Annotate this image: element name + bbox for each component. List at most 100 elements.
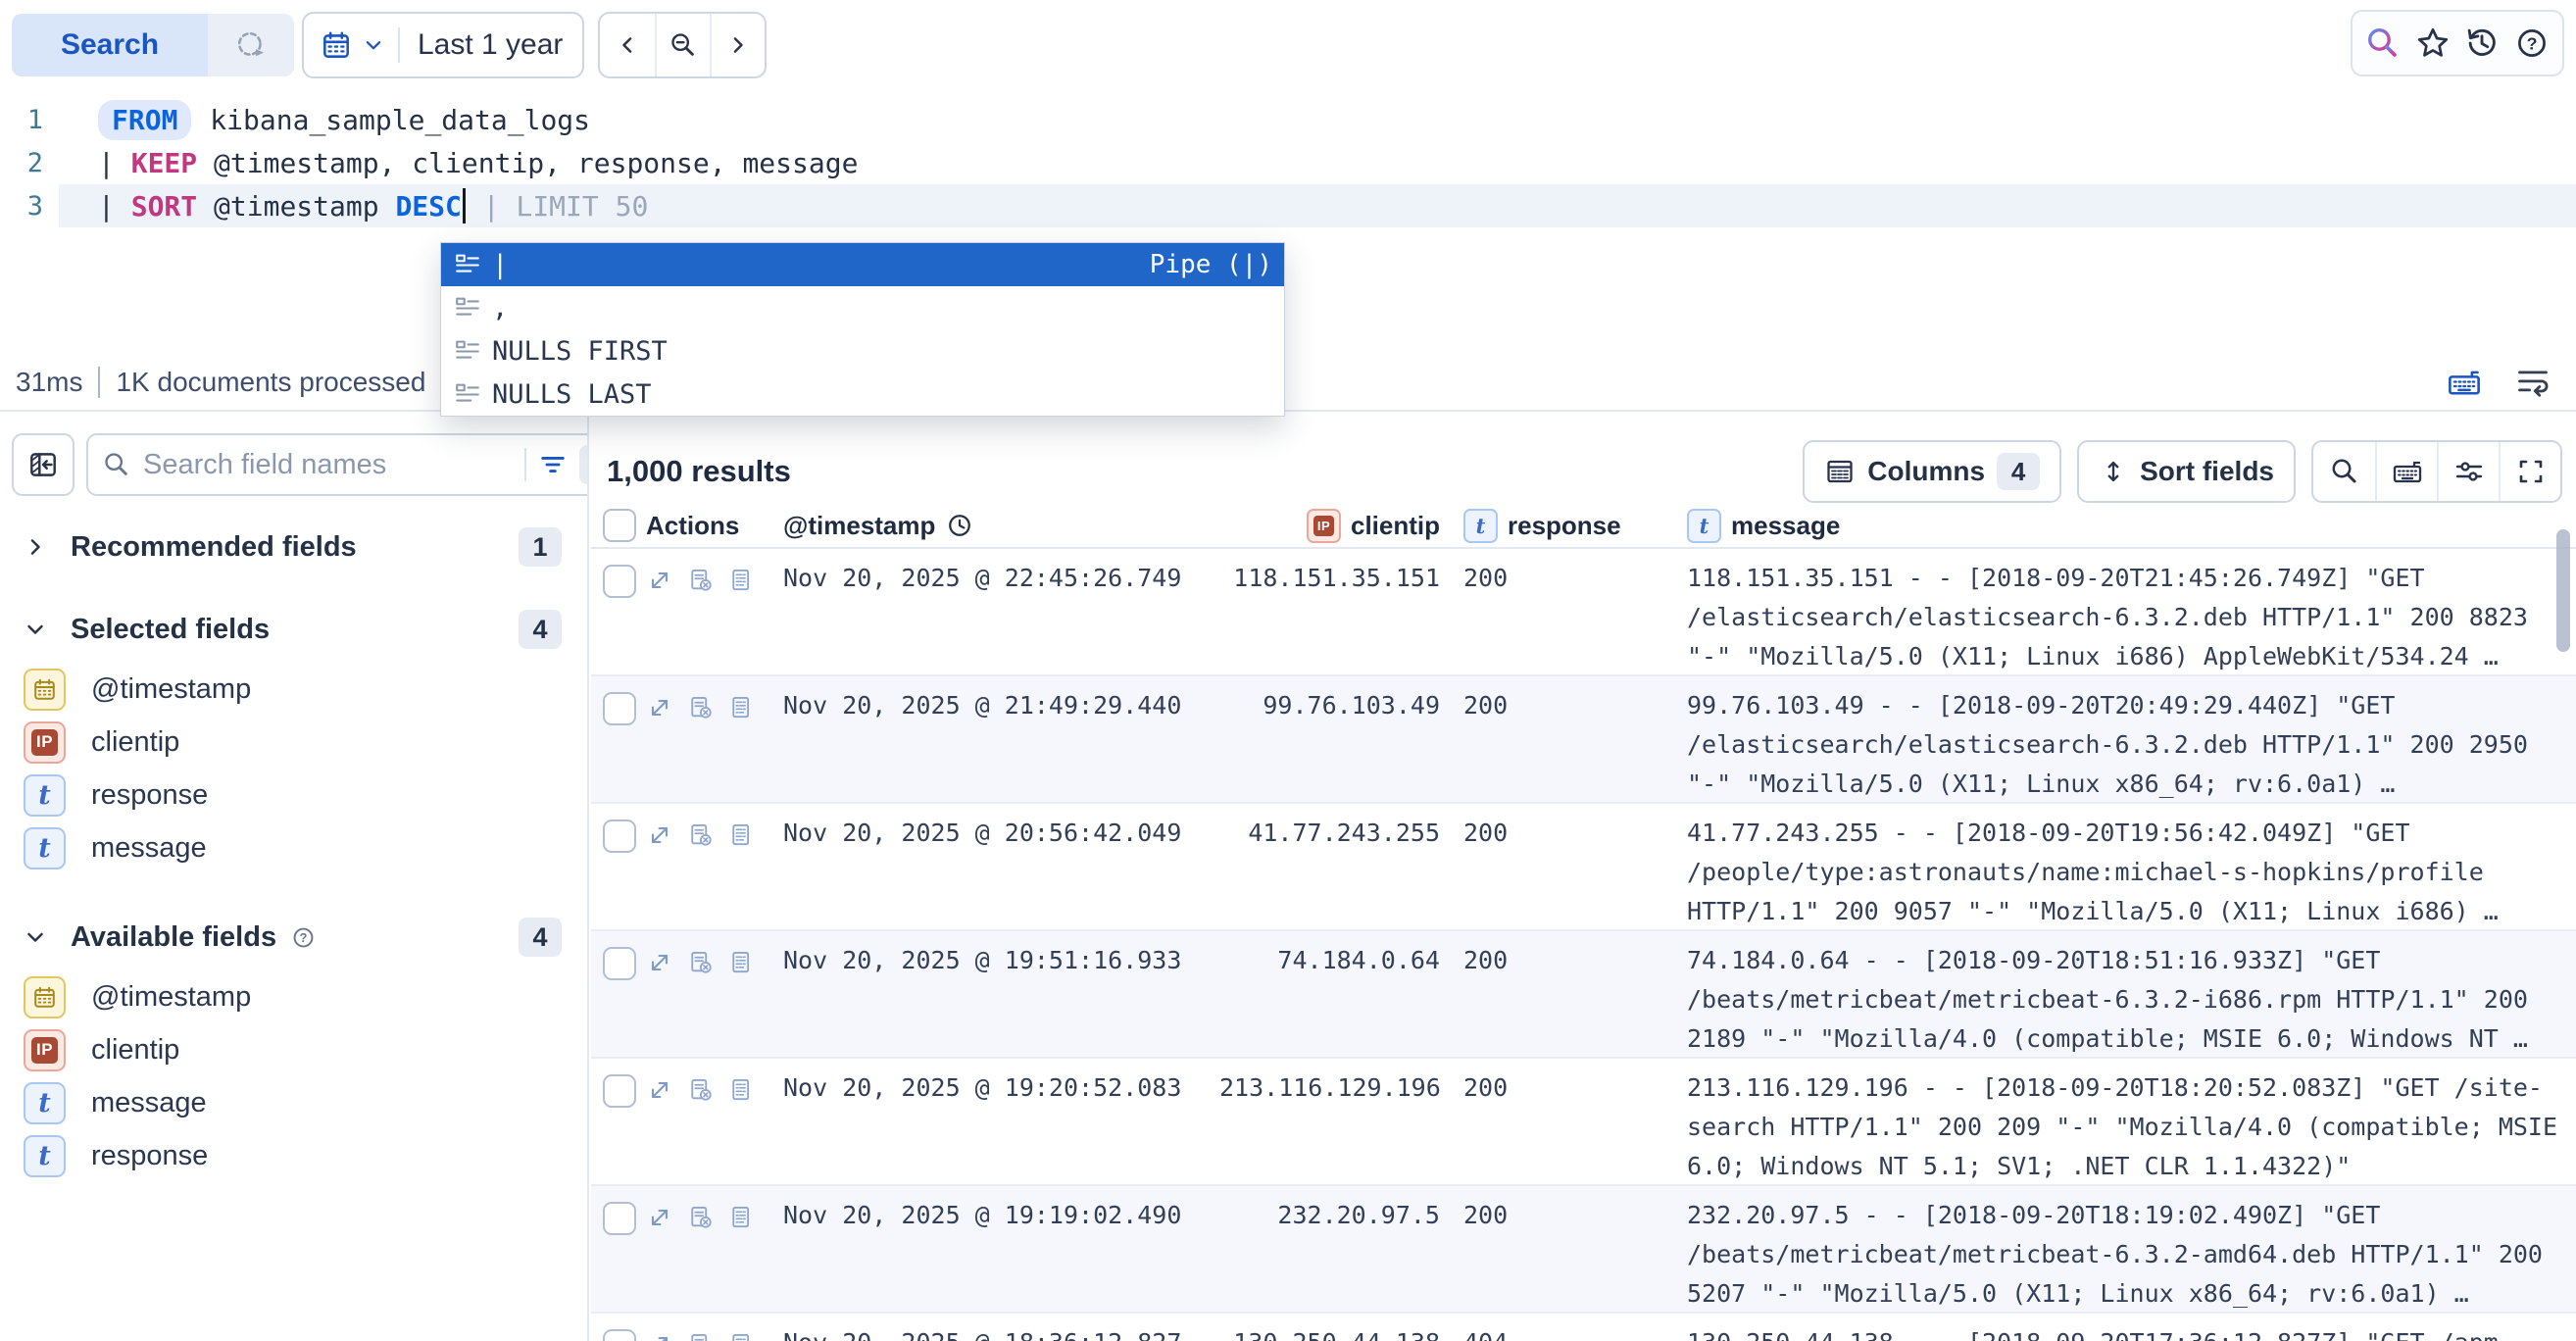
results-panel: 1,000 results Columns 4 Sort fields (591, 414, 2576, 1341)
selected-count-badge: 4 (519, 610, 562, 649)
clientip-cell: 130.250.44.138 (1219, 1323, 1440, 1341)
ip-token-icon: IP (24, 1029, 66, 1071)
refresh-button[interactable] (208, 14, 294, 76)
search-icon (102, 450, 131, 479)
keyboard-shortcuts-icon[interactable] (2447, 365, 2482, 400)
field-list-item[interactable]: tresponse (0, 1129, 587, 1182)
vertical-scrollbar[interactable] (2556, 529, 2570, 652)
expand-row-icon[interactable] (646, 567, 673, 674)
row-checkbox[interactable] (603, 820, 636, 853)
field-list-item[interactable]: tmessage (0, 1076, 587, 1129)
ai-search-button[interactable] (2364, 25, 2402, 62)
clock-icon (945, 511, 974, 540)
time-forward-button[interactable] (710, 14, 765, 76)
response-header[interactable]: response (1508, 511, 1621, 541)
compare-document-icon[interactable] (687, 1204, 715, 1312)
row-checkbox[interactable] (603, 565, 636, 598)
actions-header: Actions (646, 511, 739, 541)
code-token: KEEP (131, 147, 197, 179)
section-label: Selected fields (71, 614, 270, 646)
line-number: 3 (0, 191, 43, 222)
expand-row-icon[interactable] (646, 1204, 673, 1312)
view-document-icon[interactable] (728, 821, 756, 929)
text-token-icon: t (1687, 509, 1721, 543)
view-document-icon[interactable] (728, 567, 756, 674)
view-document-icon[interactable] (728, 694, 756, 802)
esql-editor[interactable]: 1FROM kibana_sample_data_logs2| KEEP @ti… (0, 98, 2576, 263)
field-list-item[interactable]: IPclientip (0, 716, 587, 769)
wrap-lines-icon[interactable] (2515, 365, 2551, 400)
expand-row-icon[interactable] (646, 949, 673, 1057)
editor-line[interactable]: 1FROM kibana_sample_data_logs (0, 98, 2576, 141)
compare-document-icon[interactable] (687, 949, 715, 1057)
editor-line[interactable]: 2| KEEP @timestamp, clientip, response, … (0, 141, 2576, 184)
history-button[interactable] (2463, 25, 2501, 62)
search-button[interactable]: Search (12, 14, 208, 76)
display-options-button[interactable] (2437, 442, 2499, 501)
zoom-out-time-button[interactable] (655, 14, 710, 76)
select-all-checkbox[interactable] (603, 509, 636, 542)
collapse-panel-icon (26, 448, 60, 481)
autocomplete-item[interactable]: |Pipe (|) (441, 243, 1284, 286)
view-document-icon[interactable] (728, 1076, 756, 1184)
compare-document-icon[interactable] (687, 694, 715, 802)
field-list-item[interactable]: @timestamp (0, 970, 587, 1023)
sort-fields-button[interactable]: Sort fields (2077, 440, 2296, 503)
expand-row-icon[interactable] (646, 1331, 673, 1341)
message-header[interactable]: message (1731, 511, 1840, 541)
view-document-icon[interactable] (728, 949, 756, 1057)
ip-token-icon: IP (24, 721, 66, 764)
collapse-sidebar-button[interactable] (12, 433, 74, 496)
editor-line[interactable]: 3| SORT @timestamp DESC | LIMIT 50 (0, 184, 2576, 227)
clientip-cell: 74.184.0.64 (1219, 941, 1440, 1057)
selected-fields-list: @timestampIPclientiptresponsetmessage (0, 663, 587, 874)
documents-processed: 1K documents processed (116, 367, 425, 398)
row-checkbox[interactable] (603, 1074, 636, 1108)
view-document-icon[interactable] (728, 1331, 756, 1341)
view-document-icon[interactable] (728, 1204, 756, 1312)
expand-row-icon[interactable] (646, 694, 673, 802)
available-fields-section[interactable]: Available fields ? 4 (0, 916, 587, 959)
field-list-item[interactable]: tresponse (0, 769, 587, 821)
row-checkbox[interactable] (603, 947, 636, 980)
section-label: Available fields (71, 921, 276, 954)
date-picker[interactable]: Last 1 year (302, 12, 584, 78)
autocomplete-item[interactable]: NULLS LAST (441, 372, 1284, 416)
divider (398, 27, 400, 63)
autocomplete-item[interactable]: NULLS FIRST (441, 329, 1284, 372)
row-checkbox[interactable] (603, 1329, 636, 1341)
row-checkbox[interactable] (603, 1202, 636, 1235)
recommended-fields-section[interactable]: Recommended fields 1 (0, 525, 587, 569)
suggestion-label: , (492, 293, 508, 323)
selected-fields-section[interactable]: Selected fields 4 (0, 608, 587, 651)
field-list-item[interactable]: IPclientip (0, 1023, 587, 1076)
fullscreen-button[interactable] (2499, 442, 2560, 501)
query-submit-group: Search (12, 14, 294, 76)
keyboard-shortcuts-button[interactable] (2375, 442, 2437, 501)
time-back-button[interactable] (600, 14, 655, 76)
search-in-table-button[interactable] (2313, 442, 2375, 501)
table-row: Nov 20, 2025 @ 19:19:02.490232.20.97.520… (591, 1186, 2576, 1314)
compare-document-icon[interactable] (687, 1331, 715, 1341)
compare-document-icon[interactable] (687, 1076, 715, 1184)
filter-icon[interactable] (538, 450, 568, 479)
compare-document-icon[interactable] (687, 567, 715, 674)
compare-document-icon[interactable] (687, 821, 715, 929)
expand-row-icon[interactable] (646, 821, 673, 929)
query-duration: 31ms (16, 367, 82, 398)
columns-button[interactable]: Columns 4 (1803, 440, 2061, 503)
question-circle-icon[interactable]: ? (290, 924, 317, 951)
help-button[interactable]: ? (2513, 25, 2551, 62)
timestamp-header[interactable]: @timestamp (783, 511, 935, 541)
timestamp-cell: Nov 20, 2025 @ 19:20:52.083 (783, 1068, 1219, 1184)
field-list-item[interactable]: tmessage (0, 821, 587, 874)
favorite-button[interactable] (2414, 25, 2452, 62)
autocomplete-item[interactable]: , (441, 286, 1284, 329)
row-checkbox[interactable] (603, 692, 636, 725)
timestamp-cell: Nov 20, 2025 @ 21:49:29.440 (783, 686, 1219, 802)
clientip-header[interactable]: clientip (1351, 511, 1440, 541)
field-search-input[interactable] (143, 449, 513, 481)
expand-row-icon[interactable] (646, 1076, 673, 1184)
svg-text:?: ? (300, 931, 308, 945)
field-list-item[interactable]: @timestamp (0, 663, 587, 716)
